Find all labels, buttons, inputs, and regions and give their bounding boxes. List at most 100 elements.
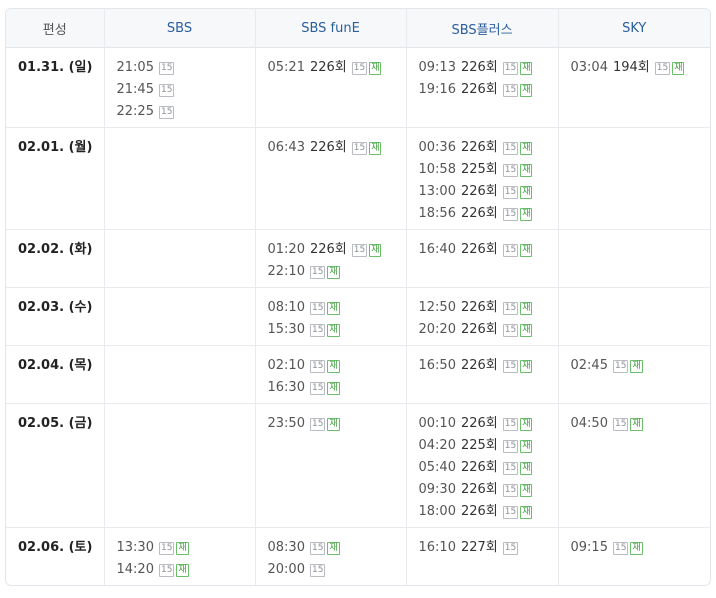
broadcast-slot[interactable]: 13:00 226회 15 재 <box>419 181 558 203</box>
episode-number: 226회 <box>460 60 498 75</box>
air-time: 18:56 <box>418 206 456 221</box>
broadcast-slot[interactable]: 23:50 15 재 <box>268 413 406 435</box>
broadcast-slot[interactable]: 09:15 15 재 <box>571 537 711 559</box>
broadcast-slot[interactable]: 08:10 15 재 <box>268 297 406 319</box>
broadcast-slot[interactable]: 16:50 226회 15 재 <box>419 355 558 377</box>
episode-number: 226회 <box>460 140 498 155</box>
header-label: 편성 <box>6 9 104 48</box>
broadcast-slot[interactable]: 18:00 226회 15 재 <box>419 501 558 523</box>
age-rating-badge: 15 <box>158 541 175 555</box>
rerun-badge: 재 <box>520 505 533 519</box>
broadcast-slot[interactable]: 20:00 15 <box>268 559 406 581</box>
channel-cell: 00:36 226회 15 재 10:58 225회 15 재 13:00 226회 15 재 18:5… <box>405 127 558 230</box>
broadcast-slot[interactable]: 16:40 226회 15 재 <box>419 239 558 261</box>
age-rating-badge: 15 <box>612 417 629 431</box>
date-label: 02.04. (목) <box>18 358 93 373</box>
age-rating-badge: 15 <box>158 61 175 75</box>
age-rating-badge: 15 <box>309 541 326 555</box>
rerun-badge: 재 <box>327 359 340 373</box>
age-rating-badge: 15 <box>309 359 326 373</box>
broadcast-slot[interactable]: 01:20 226회 15 재 <box>268 239 406 261</box>
channel-cell: 16:40 226회 15 재 <box>405 229 558 288</box>
episode-number: 226회 <box>460 416 498 431</box>
schedule-table-wrapper: 편성 SBS SBS funE SBS플러스 SKY 01.31. (일) 21:… <box>5 8 711 586</box>
air-time: 14:20 <box>116 562 154 577</box>
age-rating-badge: 15 <box>158 563 175 577</box>
broadcast-slot[interactable]: 00:36 226회 15 재 <box>419 137 558 159</box>
air-time: 15:30 <box>267 322 305 337</box>
broadcast-slot[interactable]: 22:25 15 <box>117 101 255 123</box>
air-time: 16:10 <box>418 540 456 555</box>
channel-header-sbs[interactable]: SBS <box>103 9 255 48</box>
rerun-badge: 재 <box>520 185 533 199</box>
broadcast-slot[interactable]: 08:30 15 재 <box>268 537 406 559</box>
air-time: 05:21 <box>267 60 305 75</box>
channel-header-sky[interactable]: SKY <box>557 9 710 48</box>
rerun-badge: 재 <box>520 483 533 497</box>
episode-number: 226회 <box>460 82 498 97</box>
channel-cell: 08:10 15 재 15:30 15 재 <box>254 287 406 346</box>
broadcast-slot[interactable]: 04:20 225회 15 재 <box>419 435 558 457</box>
channel-cell: 09:15 15 재 <box>557 527 711 585</box>
age-rating-badge: 15 <box>309 301 326 315</box>
broadcast-slot[interactable]: 02:45 15 재 <box>571 355 711 377</box>
channel-header-sbs-fune[interactable]: SBS funE <box>254 9 406 48</box>
broadcast-slot[interactable]: 19:16 226회 15 재 <box>419 79 558 101</box>
broadcast-slot[interactable]: 00:10 226회 15 재 <box>419 413 558 435</box>
channel-header-sbs-plus[interactable]: SBS플러스 <box>405 9 558 48</box>
age-rating-badge: 15 <box>158 105 175 119</box>
rerun-badge: 재 <box>520 83 533 97</box>
broadcast-slot[interactable]: 05:40 226회 15 재 <box>419 457 558 479</box>
broadcast-slot[interactable]: 09:30 226회 15 재 <box>419 479 558 501</box>
broadcast-slot[interactable]: 22:10 15 재 <box>268 261 406 283</box>
age-rating-badge: 15 <box>502 243 519 257</box>
rerun-badge: 재 <box>520 61 533 75</box>
air-time: 08:30 <box>267 540 305 555</box>
channel-cell: 05:21 226회 15 재 <box>254 47 406 128</box>
broadcast-slot[interactable]: 18:56 226회 15 재 <box>419 203 558 225</box>
broadcast-slot[interactable]: 14:20 15 재 <box>117 559 255 581</box>
channel-cell: 23:50 15 재 <box>254 403 406 528</box>
date-label: 02.02. (화) <box>18 242 93 257</box>
air-time: 16:50 <box>418 358 456 373</box>
channel-cell: 08:30 15 재 20:00 15 <box>254 527 406 585</box>
age-rating-badge: 15 <box>502 505 519 519</box>
broadcast-slot[interactable]: 16:30 15 재 <box>268 377 406 399</box>
broadcast-slot[interactable]: 10:58 225회 15 재 <box>419 159 558 181</box>
broadcast-slot[interactable]: 09:13 226회 15 재 <box>419 57 558 79</box>
age-rating-badge: 15 <box>502 141 519 155</box>
broadcast-slot[interactable]: 03:04 194회 15 재 <box>571 57 711 79</box>
episode-number: 227회 <box>460 540 498 555</box>
air-time: 12:50 <box>418 300 456 315</box>
rerun-badge: 재 <box>520 461 533 475</box>
broadcast-slot[interactable]: 12:50 226회 15 재 <box>419 297 558 319</box>
episode-number: 226회 <box>309 60 347 75</box>
rerun-badge: 재 <box>520 301 533 315</box>
broadcast-slot[interactable]: 16:10 227회 15 <box>419 537 558 559</box>
age-rating-badge: 15 <box>351 61 368 75</box>
age-rating-badge: 15 <box>502 83 519 97</box>
date-cell: 02.01. (월) <box>6 127 104 230</box>
air-time: 00:36 <box>418 140 456 155</box>
broadcast-slot[interactable]: 13:30 15 재 <box>117 537 255 559</box>
rerun-badge: 재 <box>672 61 685 75</box>
channel-cell: 09:13 226회 15 재 19:16 226회 15 재 <box>405 47 558 128</box>
rerun-badge: 재 <box>520 207 533 221</box>
broadcast-slot[interactable]: 20:20 226회 15 재 <box>419 319 558 341</box>
broadcast-slot[interactable]: 02:10 15 재 <box>268 355 406 377</box>
age-rating-badge: 15 <box>502 483 519 497</box>
air-time: 16:40 <box>418 242 456 257</box>
air-time: 20:20 <box>418 322 456 337</box>
broadcast-slot[interactable]: 04:50 15 재 <box>571 413 711 435</box>
broadcast-slot[interactable]: 21:05 15 <box>117 57 255 79</box>
rerun-badge: 재 <box>630 417 643 431</box>
age-rating-badge: 15 <box>502 541 519 555</box>
broadcast-slot[interactable]: 21:45 15 <box>117 79 255 101</box>
broadcast-slot[interactable]: 15:30 15 재 <box>268 319 406 341</box>
channel-cell <box>103 403 255 528</box>
rerun-badge: 재 <box>176 541 189 555</box>
rerun-badge: 재 <box>630 541 643 555</box>
broadcast-slot[interactable]: 06:43 226회 15 재 <box>268 137 406 159</box>
broadcast-slot[interactable]: 05:21 226회 15 재 <box>268 57 406 79</box>
air-time: 13:00 <box>418 184 456 199</box>
